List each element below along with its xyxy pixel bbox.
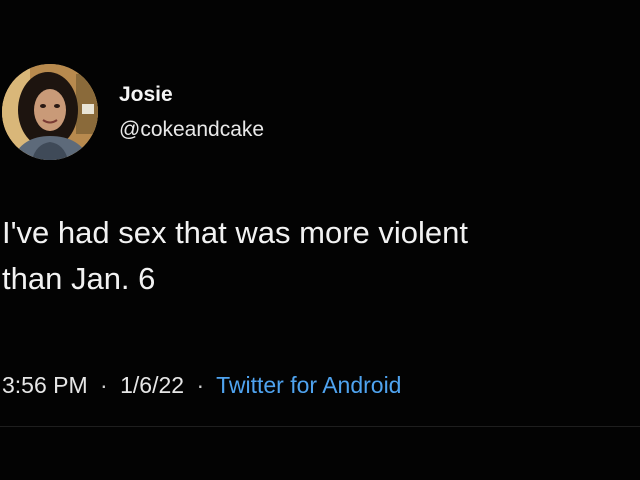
tweet-source-link[interactable]: Twitter for Android xyxy=(216,372,401,398)
tweet-time[interactable]: 3:56 PM xyxy=(2,372,88,398)
avatar[interactable] xyxy=(2,64,98,160)
tweet-text: I've had sex that was more violent than … xyxy=(2,215,468,296)
tweet-meta: 3:56 PM · 1/6/22 · Twitter for Android xyxy=(2,370,401,400)
author-block: Josie @cokeandcake xyxy=(119,83,264,142)
profile-photo-icon xyxy=(2,64,98,160)
meta-separator: · xyxy=(196,372,205,398)
display-name[interactable]: Josie xyxy=(119,83,264,107)
user-handle[interactable]: @cokeandcake xyxy=(119,118,264,142)
tweet-date[interactable]: 1/6/22 xyxy=(120,372,184,398)
meta-separator: · xyxy=(100,372,108,398)
tweet-card: Josie @cokeandcake I've had sex that was… xyxy=(0,0,640,480)
divider xyxy=(0,426,640,427)
